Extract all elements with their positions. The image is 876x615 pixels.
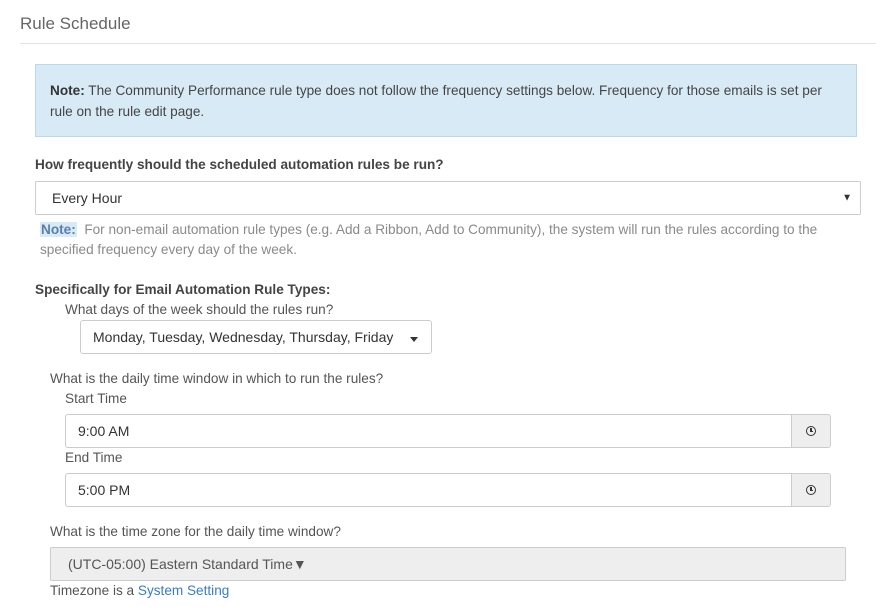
days-value: Monday, Tuesday, Wednesday, Thursday, Fr… — [93, 329, 394, 345]
end-time-label: End Time — [65, 450, 123, 465]
caret-down-icon — [410, 337, 418, 342]
caret-down-icon: ▼ — [292, 556, 307, 572]
timezone-value: (UTC-05:00) Eastern Standard Time — [68, 556, 293, 572]
days-label: What days of the week should the rules r… — [65, 302, 334, 317]
system-setting-link[interactable]: System Setting — [138, 583, 229, 598]
timezone-note: Timezone is a System Setting — [50, 583, 229, 598]
end-time-value: 5:00 PM — [78, 482, 131, 498]
section-divider — [20, 43, 876, 44]
start-time-picker-button[interactable] — [792, 414, 831, 448]
help-note-label: Note: — [40, 222, 77, 237]
end-time-picker-button[interactable] — [792, 473, 831, 507]
days-dropdown[interactable]: Monday, Tuesday, Wednesday, Thursday, Fr… — [80, 320, 432, 354]
frequency-help: Note: For non-email automation rule type… — [40, 220, 830, 260]
start-time-input[interactable]: 9:00 AM — [65, 414, 792, 448]
caret-down-icon: ▼ — [842, 192, 852, 204]
start-time-label: Start Time — [65, 391, 127, 406]
timezone-label: What is the time zone for the daily time… — [50, 524, 341, 539]
info-note: Note: The Community Performance rule typ… — [35, 64, 857, 137]
help-note-text: For non-email automation rule types (e.g… — [40, 222, 818, 257]
end-time-input[interactable]: 5:00 PM — [65, 473, 792, 507]
frequency-label: How frequently should the scheduled auto… — [35, 157, 444, 172]
frequency-value: Every Hour — [52, 190, 123, 206]
timezone-note-prefix: Timezone is a — [50, 583, 138, 598]
note-label: Note: — [50, 83, 85, 98]
frequency-select[interactable]: Every Hour ▼ — [35, 181, 861, 215]
clock-icon — [806, 426, 816, 436]
window-label: What is the daily time window in which t… — [50, 371, 384, 386]
email-rules-heading: Specifically for Email Automation Rule T… — [35, 282, 331, 297]
note-text: The Community Performance rule type does… — [50, 83, 822, 119]
timezone-select[interactable]: (UTC-05:00) Eastern Standard Time ▼ — [50, 547, 846, 581]
section-title: Rule Schedule — [20, 14, 131, 33]
clock-icon — [806, 485, 816, 495]
start-time-value: 9:00 AM — [78, 423, 130, 439]
